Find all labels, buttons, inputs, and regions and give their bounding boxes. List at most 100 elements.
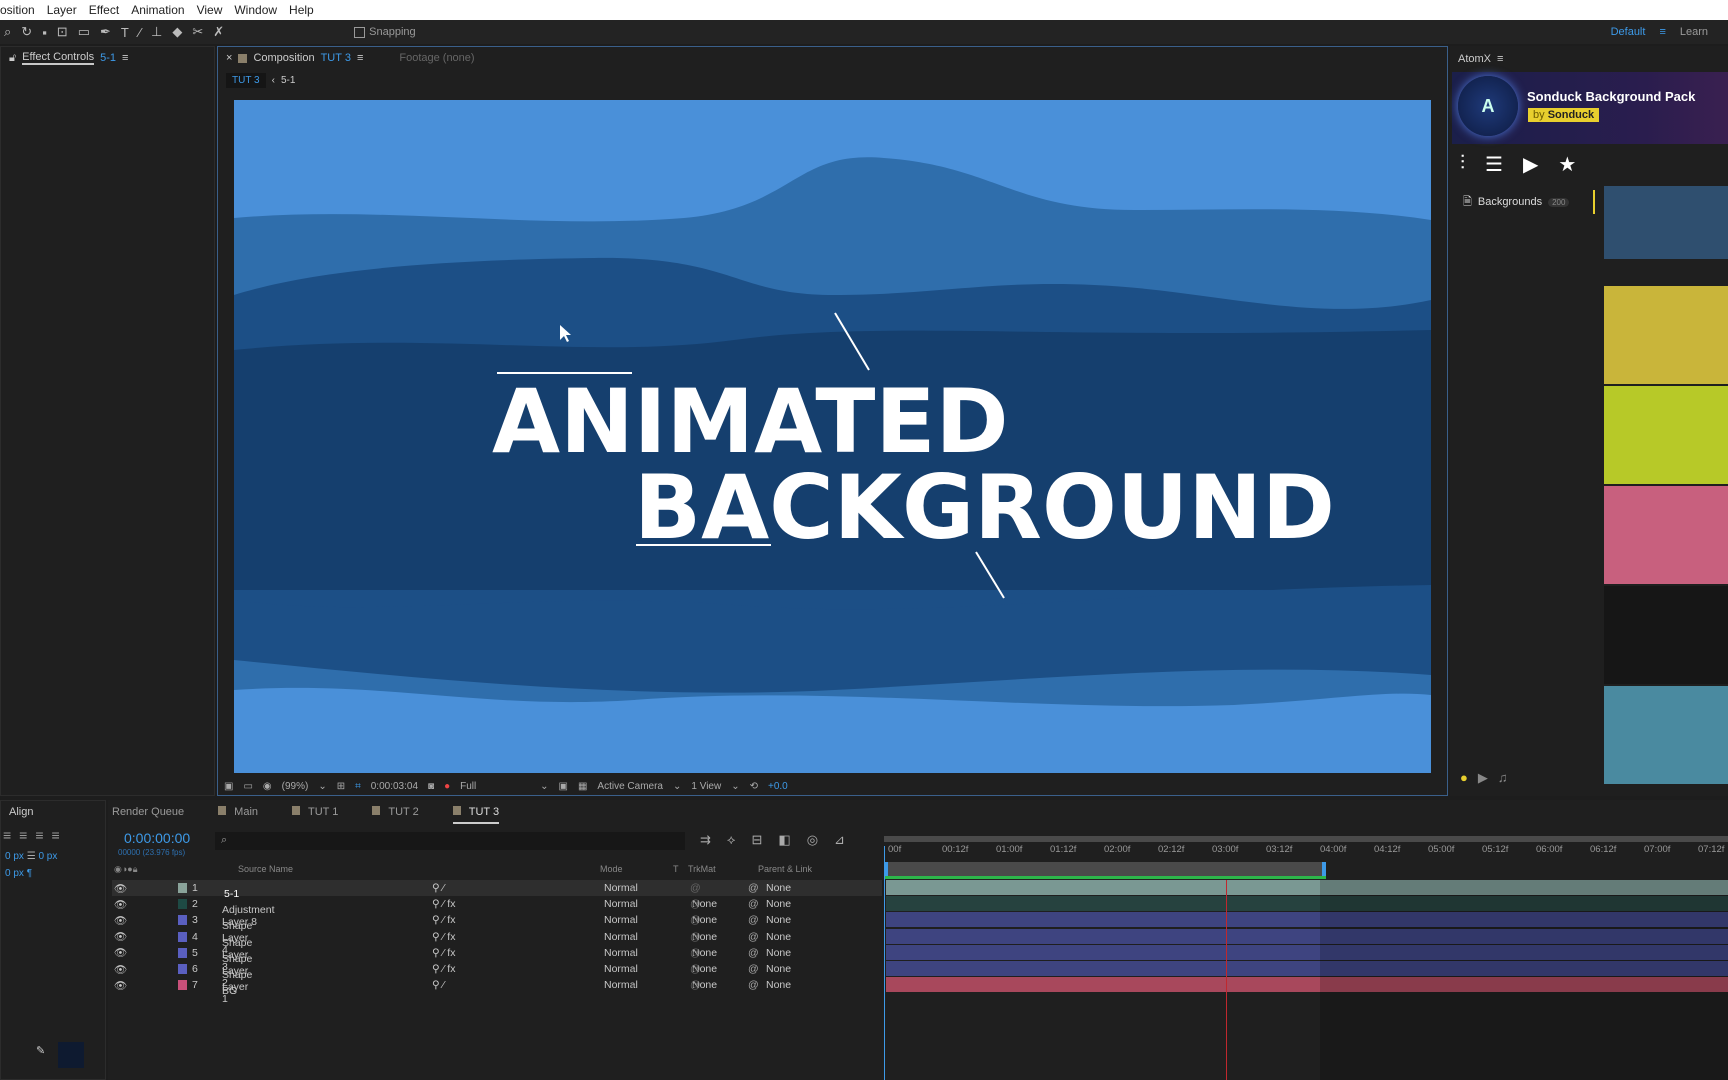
checkbox[interactable] [354,26,366,38]
label-color[interactable] [178,947,187,958]
frame-blend-icon[interactable]: ⊟ [752,832,763,848]
layer-row[interactable]: 👁︎ 7 BG ⚲ ⁄ Normal ⌄ None @ @ None [112,977,882,997]
rectangle-icon[interactable]: ▭ [78,24,90,40]
spacing-value[interactable]: 0 px [38,851,57,862]
sliders-icon[interactable]: ⫶ [1460,152,1465,177]
pin-icon[interactable]: ✗ [213,24,224,40]
layer-row[interactable]: 👁︎ 6 Shape Layer 1 ⚲ ⁄ fx Normal ⌄ None … [112,961,882,1005]
workspace-learn[interactable]: Learn [1680,26,1708,38]
layer-search-input[interactable]: ⌕ [215,832,685,850]
workspace-default[interactable]: Default [1611,26,1646,38]
eye-icon[interactable]: 👁︎ [114,930,127,943]
menu-item[interactable]: Help [289,3,314,17]
tab-footage[interactable]: Footage (none) [399,52,474,64]
composition-viewer[interactable]: ANIMATED BACKGROUND [234,100,1431,773]
layer-row[interactable]: 👁︎ 3 Shape Layer 4 ⚲ ⁄ fx Normal ⌄ None … [112,912,882,956]
eyedropper-icon[interactable]: ✎ [36,1044,45,1057]
parent-pickwhip-icon[interactable]: @ [748,931,759,943]
menu-icon[interactable]: ≡ [122,52,128,64]
menu-item[interactable]: Animation [131,3,184,17]
parent-select[interactable]: None [766,979,791,991]
brush-icon[interactable]: ⁄ [139,25,141,40]
parent-pickwhip-icon[interactable]: @ [748,979,759,991]
parent-select[interactable]: None [766,882,791,894]
menu-item[interactable]: osition [0,3,35,17]
layer-switches[interactable]: ⚲ ⁄ fx [432,947,455,959]
parent-select[interactable]: None [766,914,791,926]
category-backgrounds[interactable]: 🗎︎ Backgrounds 200 [1455,190,1595,214]
layer-row[interactable]: 👁︎ 1 5-1 ⚲ ⁄ Normal ⌄ @ @ None [112,880,882,900]
transparency-icon[interactable]: ▣ [559,781,568,792]
eraser-icon[interactable]: ◆ [172,24,182,40]
spacing-value[interactable]: 0 px [5,868,24,879]
eye-icon[interactable]: 👁︎ [114,914,127,927]
checker-icon[interactable]: ▦ [578,781,587,792]
background-thumbnail[interactable] [1604,586,1728,684]
timeline-tab[interactable]: TUT 3 [452,806,500,824]
align-buttons[interactable]: ≡≡≡≡ [1,823,105,847]
alert-icon[interactable]: ● [1460,770,1468,786]
music-icon[interactable]: ♫ [1498,770,1508,786]
graph-icon[interactable]: ⊿ [834,832,845,848]
graph-editor-icon[interactable]: ◎ [807,832,818,848]
parent-select[interactable]: None [766,898,791,910]
anchor-icon[interactable]: ⊡ [57,24,68,40]
parent-pickwhip-icon[interactable]: @ [748,914,759,926]
label-color[interactable] [178,980,187,991]
background-thumbnail[interactable] [1604,486,1728,584]
layer-switches[interactable]: ⚲ ⁄ fx [432,914,455,926]
rotate-icon[interactable]: ↻ [21,24,32,40]
menu-item[interactable]: Effect [89,3,119,17]
media-icon[interactable]: ▶ [1523,152,1538,177]
parent-pickwhip-icon[interactable]: @ [748,963,759,975]
camera-icon[interactable]: ▪ [42,25,47,40]
pen-icon[interactable]: ✒ [100,24,111,40]
spacing-value[interactable]: 0 px [5,851,24,862]
star-icon[interactable]: ★ [1558,152,1576,177]
zoom-select[interactable]: (99%) [282,781,309,792]
layer-switches[interactable]: ⚲ ⁄ [432,882,444,894]
timeline-tab[interactable]: Main [218,806,258,824]
eye-icon[interactable]: 👁︎ [114,898,127,911]
label-color[interactable] [178,883,187,893]
eye-icon[interactable]: 👁︎ [114,979,127,992]
parent-select[interactable]: None [766,947,791,959]
parent-pickwhip-icon[interactable]: @ [748,882,759,894]
menu-item[interactable]: Layer [47,3,77,17]
label-color[interactable] [178,931,187,942]
tab-align[interactable]: Align [1,801,105,823]
atomx-tab[interactable]: AtomX ≡ [1450,46,1728,72]
layer-row[interactable]: 👁︎ 4 Shape Layer 3 ⚲ ⁄ fx Normal ⌄ None … [112,929,882,973]
mask-icon[interactable]: ◉ [263,781,272,792]
type-icon[interactable]: T [121,25,129,40]
menu-item[interactable]: Window [234,3,277,17]
motion-blur-icon[interactable]: ◧ [778,832,790,848]
draft-3d-icon[interactable]: ⟡ [727,832,736,848]
close-icon[interactable]: × [226,52,232,64]
layer-switches[interactable]: ⚲ ⁄ fx [432,963,455,975]
eye-icon[interactable]: 👁︎ [114,882,127,895]
layer-row[interactable]: 👁︎ 5 Shape Layer 2 ⚲ ⁄ fx Normal ⌄ None … [112,945,882,989]
tab-effect-controls[interactable]: 🔓︎ Effect Controls 5-1 ≡ [1,47,146,69]
roi-icon[interactable]: ⌗ [355,781,361,792]
paragraph-icon[interactable]: ¶ [27,868,32,879]
background-thumbnail[interactable] [1604,686,1728,784]
shy-icon[interactable]: ⇉ [700,832,711,848]
grid-icon[interactable]: ⊞ [337,781,345,792]
reset-exposure-icon[interactable]: ⟲ [750,781,758,792]
current-time[interactable]: 0:00:03:04 [371,781,418,792]
work-area-bar[interactable] [884,862,1326,876]
color-swatch[interactable] [58,1042,84,1068]
resolution-select[interactable]: Full [460,781,530,792]
label-color[interactable] [178,915,187,926]
background-thumbnail[interactable] [1604,286,1728,384]
layer-switches[interactable]: ⚲ ⁄ [432,979,444,991]
list-icon[interactable]: ☰ [1485,152,1503,177]
monitor-icon[interactable]: ▭ [243,781,252,792]
parent-select[interactable]: None [766,963,791,975]
playhead[interactable] [884,846,885,1080]
menu-icon[interactable]: ≡ [357,52,363,64]
layer-row[interactable]: 👁︎ 2 Adjustment Layer 8 ⚲ ⁄ fx Normal ⌄ … [112,896,882,928]
snapshot-icon[interactable]: ▣ [224,781,233,792]
exposure-value[interactable]: +0.0 [768,781,788,792]
